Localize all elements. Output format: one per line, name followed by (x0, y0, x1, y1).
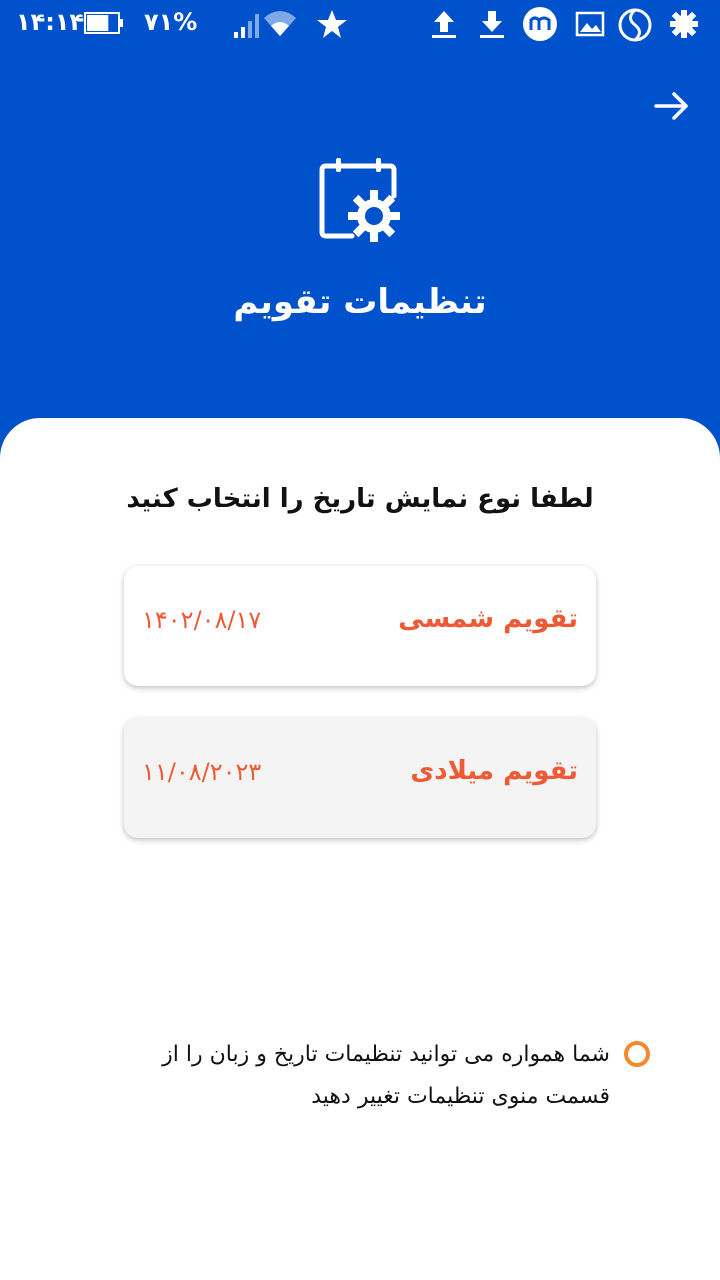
info-note: شما همواره می توانید تنظیمات تاریخ و زبا… (162, 1042, 610, 1109)
battery-icon (84, 12, 123, 34)
option-date: ۱۱/۰۸/۲۰۲۳ (142, 758, 262, 786)
status-time: ۱۴:۱۴ (16, 8, 85, 36)
option-label: تقویم شمسی (398, 604, 578, 634)
calendar-settings-icon (319, 158, 400, 242)
content-panel (0, 418, 720, 1280)
star-icon (317, 10, 347, 38)
selection-prompt: لطفا نوع نمایش تاریخ را انتخاب کنید (126, 484, 594, 514)
option-label: تقویم میلادی (410, 756, 578, 786)
m-app-icon (523, 7, 557, 41)
wifi-icon (264, 11, 296, 36)
option-shamsi-calendar[interactable]: تقویم شمسی ۱۴۰۲/۰۸/۱۷ (124, 566, 596, 686)
download-icon (480, 11, 504, 38)
status-bar: ۱۴:۱۴ ۷۱% (0, 0, 720, 48)
option-gregorian-calendar[interactable]: تقویم میلادی ۱۱/۰۸/۲۰۲۳ (124, 718, 596, 838)
image-icon (575, 11, 605, 37)
battery-percent: ۷۱% (144, 8, 198, 36)
gear-icon (670, 10, 698, 38)
page-title: تنظیمات تقویم (233, 282, 487, 322)
signal-icon (234, 14, 259, 38)
note-bullet-icon (624, 1041, 650, 1067)
upload-icon (432, 11, 456, 38)
s-app-icon (618, 8, 652, 42)
arrow-right-icon[interactable] (652, 86, 692, 126)
option-date: ۱۴۰۲/۰۸/۱۷ (142, 606, 262, 634)
